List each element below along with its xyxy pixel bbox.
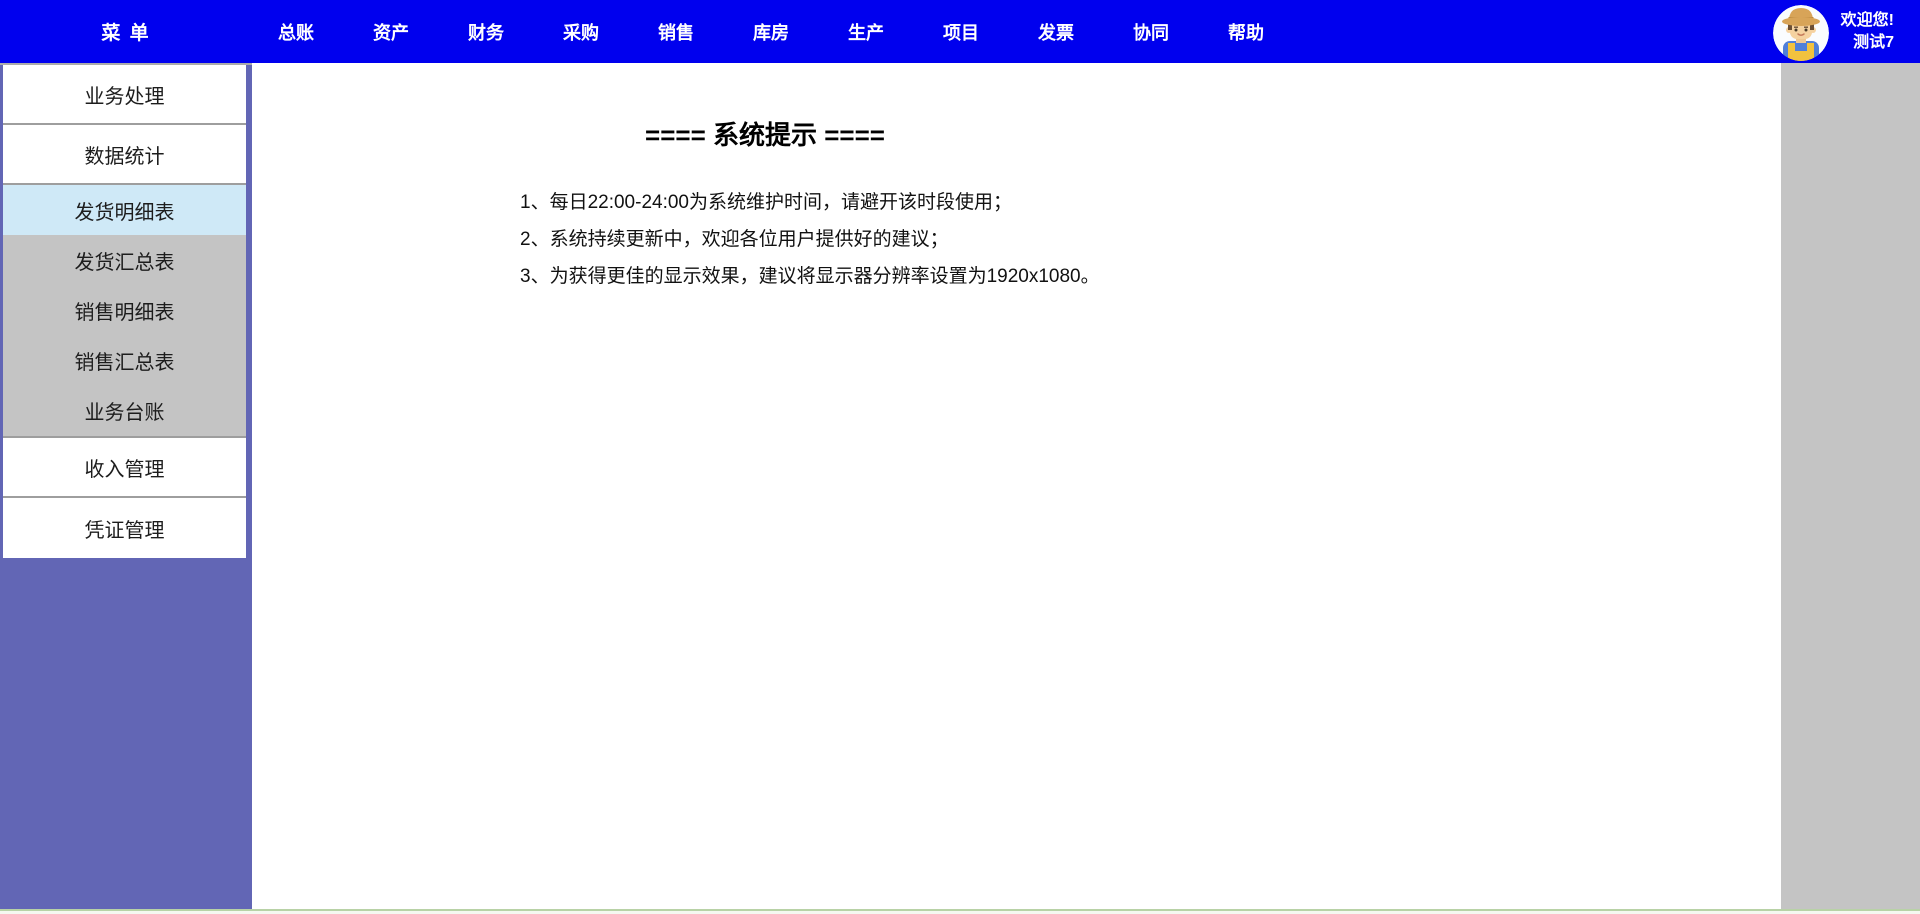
nav-item-sales[interactable]: 销售	[658, 19, 694, 45]
notice-item-resolution: 3、为获得更佳的显示效果，建议将显示器分辨率设置为1920x1080。	[520, 266, 1100, 287]
nav-item-procurement[interactable]: 采购	[563, 19, 599, 45]
nav-item-production[interactable]: 生产	[848, 19, 884, 45]
sidebar-item-shipment-summary-report[interactable]: 发货汇总表	[3, 235, 246, 285]
sidebar-menu: 业务处理 数据统计 发货明细表 发货汇总表 销售明细表 销售汇总表 业务台账 收…	[0, 63, 252, 909]
sidebar-item-data-statistics[interactable]: 数据统计	[3, 125, 246, 183]
sidebar-item-sales-summary-report[interactable]: 销售汇总表	[3, 335, 246, 385]
top-nav: 总账 资产 财务 采购 销售 库房 生产 项目 发票 协同 帮助	[252, 19, 1264, 45]
nav-item-help[interactable]: 帮助	[1228, 19, 1264, 45]
right-filler-panel	[1781, 63, 1920, 909]
notice-item-updates: 2、系统持续更新中，欢迎各位用户提供好的建议；	[520, 229, 949, 250]
welcome-text: 欢迎您! 测试7	[1841, 10, 1894, 54]
nav-item-assets[interactable]: 资产	[373, 19, 409, 45]
nav-item-warehouse[interactable]: 库房	[753, 19, 789, 45]
sidebar-item-business-ledger[interactable]: 业务台账	[3, 385, 246, 436]
sidebar-item-income-management[interactable]: 收入管理	[3, 438, 246, 496]
user-area[interactable]: 欢迎您! 测试7	[1772, 3, 1920, 61]
bottom-edge-strip	[0, 909, 1920, 914]
main-content: ==== 系统提示 ==== 1、每日22:00-24:00为系统维护时间，请避…	[252, 63, 1781, 909]
welcome-username: 测试7	[1853, 33, 1894, 51]
nav-item-general-ledger[interactable]: 总账	[278, 19, 314, 45]
system-notice-list: 1、每日22:00-24:00为系统维护时间，请避开该时段使用； 2、系统持续更…	[520, 184, 1278, 295]
sidebar-item-business-processing[interactable]: 业务处理	[3, 65, 246, 123]
welcome-greeting: 欢迎您!	[1840, 11, 1894, 29]
nav-item-finance[interactable]: 财务	[468, 19, 504, 45]
nav-item-invoice[interactable]: 发票	[1038, 19, 1074, 45]
system-notice: ==== 系统提示 ==== 1、每日22:00-24:00为系统维护时间，请避…	[252, 63, 1278, 295]
sidebar-item-sales-detail-report[interactable]: 销售明细表	[3, 285, 246, 335]
notice-item-maintenance: 1、每日22:00-24:00为系统维护时间，请避开该时段使用；	[520, 192, 1012, 213]
nav-item-collaboration[interactable]: 协同	[1133, 19, 1169, 45]
nav-item-project[interactable]: 项目	[943, 19, 979, 45]
system-notice-title: ==== 系统提示 ====	[645, 120, 885, 150]
sidebar-item-shipment-detail-report[interactable]: 发货明细表	[3, 185, 246, 235]
sidebar-item-voucher-management[interactable]: 凭证管理	[3, 498, 246, 558]
menu-title: 菜 单	[101, 23, 151, 44]
farmer-avatar-icon[interactable]	[1772, 4, 1829, 61]
top-navigation-bar: 菜 单 总账 资产 财务 采购 销售 库房 生产 项目 发票 协同 帮助 欢迎您…	[0, 0, 1920, 63]
